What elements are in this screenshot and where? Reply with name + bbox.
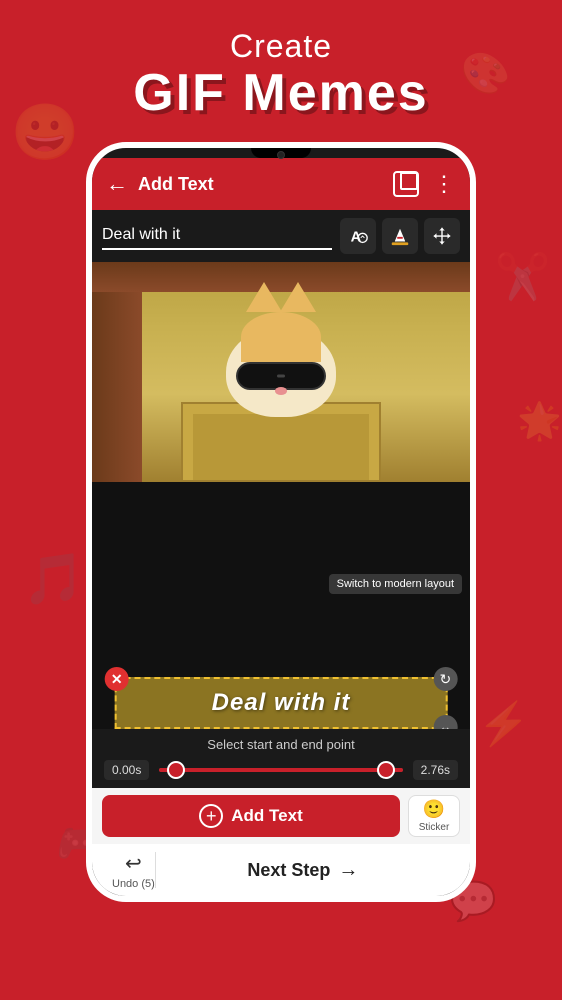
more-options-icon[interactable]: ⋮ bbox=[433, 171, 456, 197]
timeline-end-time: 2.76s bbox=[413, 760, 458, 780]
add-text-plus-icon: + bbox=[199, 804, 223, 828]
bottom-nav: ↩ Undo (5) Next Step → bbox=[92, 844, 470, 896]
wood-left bbox=[92, 262, 142, 482]
text-input-field[interactable] bbox=[102, 222, 332, 250]
timeline-track[interactable] bbox=[159, 768, 402, 772]
text-overlay-rotate-handle[interactable]: ↻ bbox=[433, 667, 457, 691]
layers-icon[interactable] bbox=[393, 171, 419, 197]
text-overlay-content: Deal with it bbox=[133, 689, 430, 717]
cat-glasses bbox=[236, 362, 326, 390]
font-icon: A bbox=[347, 225, 369, 247]
phone-frame: ← Add Text ⋮ A bbox=[86, 142, 476, 902]
cat-image bbox=[92, 262, 470, 482]
timeline-row: 0.00s 2.76s bbox=[104, 760, 458, 780]
font-style-button[interactable]: A bbox=[340, 218, 376, 254]
header-gif-label: GIF Memes bbox=[133, 65, 428, 122]
move-icon bbox=[431, 225, 453, 247]
text-overlay[interactable]: ✕ Deal with it ↻ ↔ bbox=[115, 677, 448, 729]
layers-icon-inner bbox=[400, 172, 418, 190]
timeline-start-time: 0.00s bbox=[104, 760, 149, 780]
sticker-button[interactable]: 🙂 Sticker bbox=[408, 795, 460, 837]
gif-canvas[interactable]: ✕ Deal with it ↻ ↔ Switch to modern layo… bbox=[92, 262, 470, 729]
cat-head-top bbox=[241, 312, 321, 362]
header-section: Create GIF Memes bbox=[133, 28, 428, 122]
timeline-area: Select start and end point 0.00s 2.76s bbox=[92, 729, 470, 788]
undo-label: Undo (5) bbox=[112, 878, 155, 890]
add-text-button[interactable]: + Add Text bbox=[102, 795, 400, 837]
text-overlay-delete-handle[interactable]: ✕ bbox=[105, 667, 129, 691]
action-bar: + Add Text 🙂 Sticker bbox=[92, 788, 470, 844]
switch-layout-button[interactable]: Switch to modern layout bbox=[329, 574, 462, 594]
sticker-icon: 🙂 bbox=[423, 799, 445, 820]
header-create-label: Create bbox=[133, 28, 428, 65]
undo-icon: ↩ bbox=[125, 851, 142, 876]
timeline-label: Select start and end point bbox=[104, 737, 458, 752]
next-step-label: Next Step bbox=[247, 860, 330, 881]
color-icon bbox=[389, 225, 411, 247]
screen-title: Add Text bbox=[138, 174, 383, 195]
svg-text:A: A bbox=[351, 230, 362, 246]
add-text-button-label: Add Text bbox=[231, 806, 302, 826]
text-overlay-resize-handle[interactable]: ↔ bbox=[433, 715, 457, 729]
top-bar-icons: ⋮ bbox=[393, 171, 456, 197]
cat-head bbox=[226, 327, 336, 417]
timeline-progress bbox=[159, 768, 402, 772]
color-button[interactable] bbox=[382, 218, 418, 254]
cat-box-inner bbox=[193, 414, 369, 480]
phone-camera bbox=[277, 151, 285, 159]
next-step-button[interactable]: Next Step → bbox=[156, 859, 450, 882]
undo-button[interactable]: ↩ Undo (5) bbox=[112, 851, 155, 890]
cat-ear-right bbox=[280, 282, 316, 312]
text-tool-buttons: A bbox=[340, 218, 460, 254]
timeline-thumb-end[interactable] bbox=[377, 761, 395, 779]
next-step-arrow-icon: → bbox=[338, 859, 358, 882]
cat-ear-left bbox=[246, 282, 282, 312]
top-bar: ← Add Text ⋮ bbox=[92, 158, 470, 210]
timeline-thumb-start[interactable] bbox=[167, 761, 185, 779]
back-button[interactable]: ← bbox=[106, 171, 128, 197]
move-button[interactable] bbox=[424, 218, 460, 254]
cat-nose bbox=[275, 387, 287, 395]
sticker-label: Sticker bbox=[419, 822, 450, 833]
text-input-area: A bbox=[92, 210, 470, 262]
